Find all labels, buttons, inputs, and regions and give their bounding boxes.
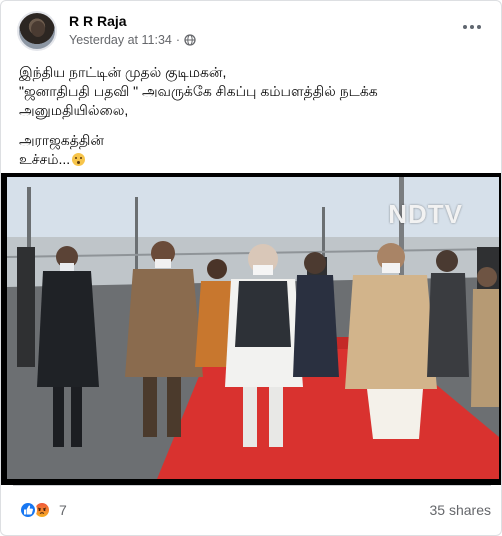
post-text-line: அராஜகத்தின் [19,132,104,148]
more-dot-icon [463,25,467,29]
video-frame[interactable]: NDTV [7,177,499,479]
post-text-line: "ஜனாதிபதி பதவி " அவருக்கே சிகப்பு கம்பளத… [19,83,378,99]
post-text-line: உச்சம்... [19,150,489,169]
author-name[interactable]: R R Raja [69,13,127,29]
reaction-count: 7 [59,502,67,518]
shares-count[interactable]: 35 shares [430,502,491,518]
video-player[interactable]: NDTV [1,173,501,485]
post-footer: 7 35 shares [1,485,501,535]
globe-icon[interactable] [184,34,196,46]
reactions-summary[interactable]: 7 [19,501,67,519]
post-card: R R Raja Yesterday at 11:34 · இந்திய நாட… [0,0,502,536]
more-options-button[interactable] [459,17,485,37]
post-text-line: அனுமதியில்லை, [19,102,129,118]
channel-logo: NDTV [388,199,463,229]
post-text-fragment: உச்சம்... [19,151,71,167]
post-meta: Yesterday at 11:34 · [69,33,196,47]
more-dot-icon [470,25,474,29]
footer-divider [13,485,491,486]
post-timestamp[interactable]: Yesterday at 11:34 [69,33,172,47]
post-text: இந்திய நாட்டின் முதல் குடிமகன், "ஜனாதிபத… [19,63,489,169]
hushed-face-emoji [72,153,86,166]
avatar-face [31,21,45,37]
like-icon [19,501,37,519]
meta-separator: · [175,33,181,47]
post-header: R R Raja Yesterday at 11:34 · [17,11,489,55]
avatar[interactable] [17,11,57,51]
post-text-line: இந்திய நாட்டின் முதல் குடிமகன், [19,64,227,80]
more-dot-icon [477,25,481,29]
